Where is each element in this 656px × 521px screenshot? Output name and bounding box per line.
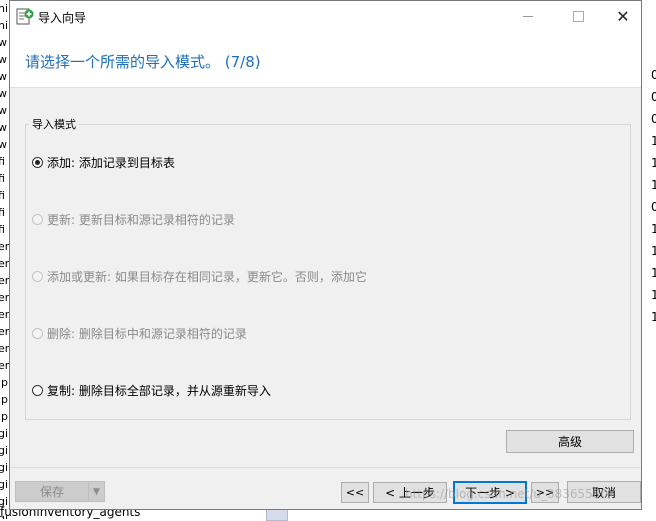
- radio-label-copy: 复制: 删除目标全部记录，并从源重新导入: [47, 384, 271, 398]
- save-button[interactable]: 保存: [15, 481, 89, 502]
- chevron-down-icon: ▼: [93, 486, 100, 497]
- close-icon: ✕: [616, 6, 630, 26]
- import-wizard-icon: [16, 8, 34, 25]
- maximize-button[interactable]: [555, 1, 601, 32]
- last-step-button[interactable]: >>: [531, 482, 559, 503]
- radio-label-update: 更新: 更新目标和源记录相符的记录: [47, 213, 235, 227]
- wizard-header: 请选择一个所需的导入模式。 (7/8): [10, 32, 641, 87]
- background-number: 1: [651, 310, 656, 324]
- step-title: 请选择一个所需的导入模式。 (7/8): [25, 53, 261, 71]
- minimize-button[interactable]: [505, 1, 551, 32]
- title-bar: 导入向导 ✕: [10, 1, 641, 32]
- cancel-button[interactable]: 取消: [567, 481, 641, 503]
- close-button[interactable]: ✕: [600, 1, 646, 32]
- radio-option-append-or-update[interactable]: 添加或更新: 如果目标存在相同记录，更新它。否则，添加它: [32, 268, 367, 285]
- header-divider: [10, 87, 641, 88]
- maximize-icon: [572, 11, 584, 22]
- next-step-button[interactable]: 下一步 >: [453, 481, 527, 504]
- background-number: 0: [651, 200, 656, 214]
- background-number: 0: [651, 112, 656, 126]
- radio-button-delete[interactable]: [32, 328, 43, 339]
- background-right-column: 0 0 0 1 1 1 0 1 1 1 1 1: [643, 0, 656, 519]
- import-mode-group-label: 导入模式: [29, 116, 79, 132]
- background-number: 1: [651, 244, 656, 258]
- radio-button-append-or-update[interactable]: [32, 271, 43, 282]
- background-number: 1: [651, 266, 656, 280]
- window-title: 导入向导: [38, 11, 87, 25]
- background-number: 1: [651, 178, 656, 192]
- first-step-button[interactable]: <<: [341, 482, 369, 503]
- radio-button-append[interactable]: [32, 157, 43, 168]
- save-dropdown-button[interactable]: ▼: [88, 481, 105, 502]
- radio-label-delete: 删除: 删除目标中和源记录相符的记录: [47, 327, 247, 341]
- background-number: 0: [651, 90, 656, 104]
- background-number: 1: [651, 288, 656, 302]
- radio-option-delete[interactable]: 删除: 删除目标中和源记录相符的记录: [32, 325, 247, 342]
- previous-step-button[interactable]: < 上一步: [373, 482, 447, 503]
- radio-option-copy[interactable]: 复制: 删除目标全部记录，并从源重新导入: [32, 382, 271, 399]
- radio-label-append: 添加: 添加记录到目标表: [47, 156, 175, 170]
- radio-button-copy[interactable]: [32, 385, 43, 396]
- import-wizard-dialog: 导入向导 ✕ 请选择一个所需的导入模式。 (7/8) 导入模式 添加: 添加记录…: [9, 0, 642, 510]
- background-number: 0: [651, 68, 656, 82]
- background-number: 1: [651, 156, 656, 170]
- radio-option-append[interactable]: 添加: 添加记录到目标表: [32, 154, 175, 171]
- footer-divider: [10, 467, 641, 468]
- radio-label-append-or-update: 添加或更新: 如果目标存在相同记录，更新它。否则，添加它: [47, 270, 367, 284]
- background-number: 1: [651, 134, 656, 148]
- minimize-icon: [523, 16, 533, 17]
- background-number: 1: [651, 222, 656, 236]
- radio-button-update[interactable]: [32, 214, 43, 225]
- advanced-button[interactable]: 高级: [506, 430, 634, 453]
- radio-option-update[interactable]: 更新: 更新目标和源记录相符的记录: [32, 211, 235, 228]
